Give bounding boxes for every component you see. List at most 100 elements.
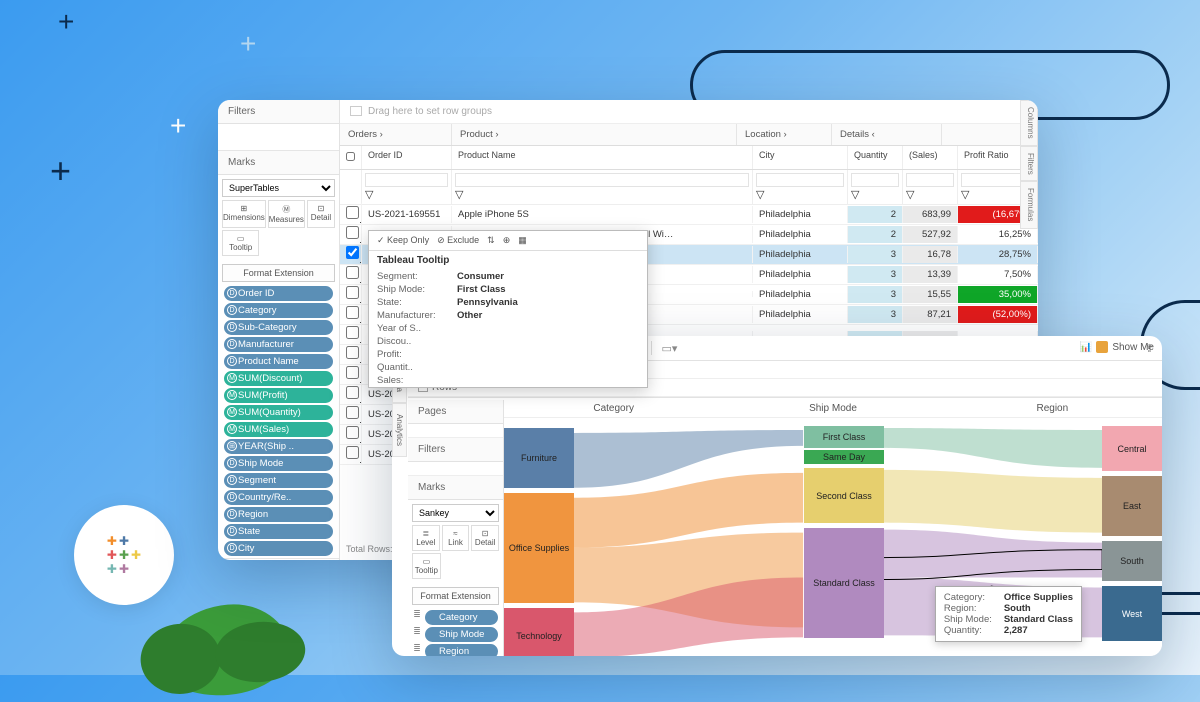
marks-tooltip[interactable]: ▭Tooltip [222,230,259,256]
cell-qty: 3 [848,266,903,283]
plant-graphic [156,600,293,701]
filter-order[interactable] [365,173,448,187]
cell-sales: 527,92 [903,226,958,243]
marks-tooltip[interactable]: ▭Tooltip [412,553,441,579]
field-pill[interactable]: DSegment [224,473,333,488]
format-extension-button[interactable]: Format Extension [412,587,499,605]
tableau-logo-icon: ✚✚ ✚✚✚ ✚✚ [106,534,142,576]
node-west[interactable]: West [1102,586,1162,641]
table-row[interactable]: US-2021-169551Apple iPhone 5SPhiladelphi… [340,205,1038,225]
field-pill[interactable]: DCategory [224,303,333,318]
marks-detail[interactable]: ⊡Detail [307,200,335,228]
node-south[interactable]: South [1102,541,1162,581]
filter-sales[interactable] [906,173,954,187]
group-orders[interactable]: Orders › [340,124,452,145]
field-pill[interactable]: DCity [224,541,333,556]
cell-qty: 3 [848,306,903,323]
cell-ratio: (52,00%) [958,306,1038,323]
node-standard-class[interactable]: Standard Class [804,528,884,638]
col-sales[interactable]: (Sales) [903,146,958,169]
format-extension-button[interactable]: Format Extension [222,264,335,282]
level-pill[interactable]: Category [425,610,498,625]
col-city[interactable]: City [753,146,848,169]
node-first-class[interactable]: First Class [804,426,884,448]
filter-product[interactable] [455,173,749,187]
node-same-day[interactable]: Same Day [804,450,884,464]
sankey-tooltip: Category:Office Supplies Region:South Sh… [935,586,1082,642]
select-all-checkbox[interactable] [346,150,355,163]
node-east[interactable]: East [1102,476,1162,536]
node-second-class[interactable]: Second Class [804,468,884,523]
marks-link[interactable]: ≈Link [442,525,470,551]
field-pill[interactable]: MSUM(Discount) [224,371,333,386]
field-pill[interactable]: DShip Mode [224,456,333,471]
exclude-button[interactable]: ⊘ Exclude [437,235,479,246]
col-order-id[interactable]: Order ID [362,146,452,169]
col-quantity[interactable]: Quantity [848,146,903,169]
group-location[interactable]: Location › [737,124,832,145]
row-checkbox[interactable] [346,386,359,399]
node-furniture[interactable]: Furniture [504,428,574,488]
marks-level[interactable]: ≣Level [412,525,440,551]
show-me-button[interactable]: 📊Show Me [1080,341,1154,353]
field-pill[interactable]: DProduct Name [224,354,333,369]
cell-sales: 16,78 [903,246,958,263]
keep-only-button[interactable]: ✓ Keep Only [377,235,429,246]
pages-header: Pages [408,400,503,424]
present-icon[interactable]: ▭▾ [661,342,677,355]
row-checkbox[interactable] [346,306,359,319]
col-product-name[interactable]: Product Name [452,146,753,169]
cell-sales: 15,55 [903,286,958,303]
row-checkbox[interactable] [346,246,359,259]
field-pill[interactable]: DState [224,524,333,539]
row-checkbox[interactable] [346,426,359,439]
group-icon[interactable]: ⊕ [503,235,511,246]
field-pill[interactable]: DRegion [224,507,333,522]
drag-groups-hint[interactable]: Drag here to set row groups [340,100,1038,124]
field-pill[interactable]: MSUM(Profit) [224,388,333,403]
filter-city[interactable] [756,173,844,187]
field-pill[interactable]: DOrder ID [224,286,333,301]
cell-sales: 13,39 [903,266,958,283]
sankey-viz: Category Ship Mode Region Furniture Offi… [504,400,1162,656]
context-menu: ✓ Keep Only ⊘ Exclude ⇅ ⊕ ▦ Tableau Tool… [368,230,648,388]
field-pill[interactable]: DCountry/Re.. [224,490,333,505]
row-checkbox[interactable] [346,366,359,379]
field-pill[interactable]: MSUM(Sales) [224,422,333,437]
field-pill[interactable]: ⊞YEAR(Ship .. [224,439,333,454]
group-details[interactable]: Details ‹ [832,124,942,145]
row-checkbox[interactable] [346,446,359,459]
group-product[interactable]: Product › [452,124,737,145]
view-icon[interactable]: ▦ [518,235,527,246]
node-office-supplies[interactable]: Office Supplies [504,493,574,603]
node-technology[interactable]: Technology [504,608,574,656]
sankey-canvas[interactable]: Furniture Office Supplies Technology Fir… [504,418,1162,652]
row-checkbox[interactable] [346,206,359,219]
field-pill[interactable]: MSUM(Quantity) [224,405,333,420]
row-checkbox[interactable] [346,226,359,239]
tab-analytics[interactable]: Analytics [392,403,407,457]
tab-columns[interactable]: Columns [1020,100,1038,146]
level-pill[interactable]: Ship Mode [425,627,498,642]
marks-type-select[interactable]: Sankey [412,504,499,522]
row-checkbox[interactable] [346,406,359,419]
sort-icon[interactable]: ⇅ [487,235,495,246]
row-checkbox[interactable] [346,346,359,359]
plus-icon: + [170,110,186,142]
row-checkbox[interactable] [346,286,359,299]
marks-type-select[interactable]: SuperTables [222,179,335,197]
level-pill[interactable]: Region [425,644,498,656]
marks-measures[interactable]: ⓂMeasures [268,200,305,228]
filter-qty[interactable] [851,173,899,187]
field-pill[interactable]: DSub-Category [224,320,333,335]
row-checkbox[interactable] [346,326,359,339]
tab-filters[interactable]: Filters [1020,146,1038,182]
row-checkbox[interactable] [346,266,359,279]
node-central[interactable]: Central [1102,426,1162,471]
column-header-row: Order ID Product Name City Quantity (Sal… [340,146,1038,170]
tab-formulas[interactable]: Formulas [1020,181,1038,228]
marks-dimensions[interactable]: ⊞Dimensions [222,200,266,228]
cell-qty: 3 [848,246,903,263]
field-pill[interactable]: DManufacturer [224,337,333,352]
marks-detail[interactable]: ⊡Detail [471,525,499,551]
